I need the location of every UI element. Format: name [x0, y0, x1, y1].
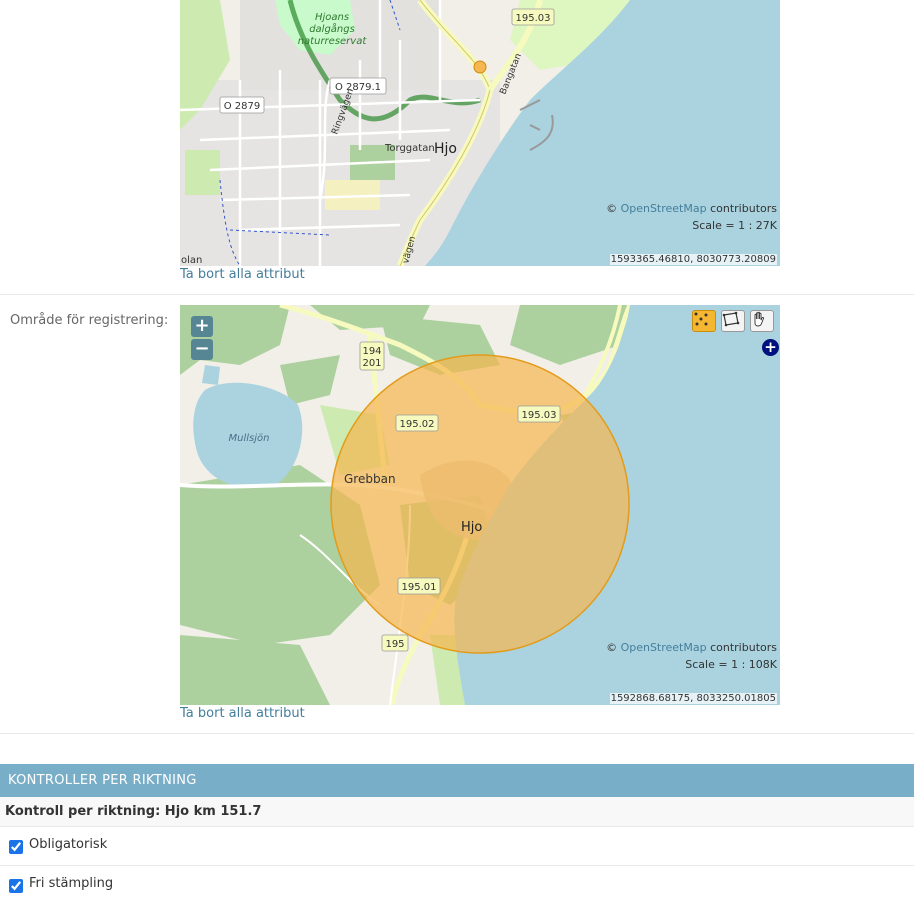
label-torggatan: Torggatan — [384, 143, 435, 154]
map-area-coordinates: 1592868.68175, 8033250.01805 — [609, 693, 777, 704]
osm-link[interactable]: OpenStreetMap — [621, 641, 707, 654]
expand-map-button[interactable]: + — [762, 339, 779, 356]
polygon-tool-icon — [722, 311, 740, 327]
label-road-o28791: O 2879.1 — [335, 82, 381, 93]
label-road-19502: 195.02 — [400, 419, 435, 430]
label-road-19501: 195.01 — [402, 582, 437, 593]
map-area-scale: Scale = 1 : 108K — [685, 658, 777, 671]
label-town-hjo: Hjo — [434, 141, 457, 157]
label-reserve-1: Hjoans — [315, 12, 349, 23]
svg-text:naturreservat: naturreservat — [298, 36, 368, 47]
label-road-o2879: O 2879 — [224, 101, 261, 112]
pan-tool-button[interactable] — [750, 310, 774, 332]
zoom-in-button[interactable]: + — [191, 316, 213, 337]
label-road-19503: 195.03 — [516, 13, 551, 24]
label-town-hjo: Hjo — [461, 520, 482, 535]
checkbox-row-fri-stampling: Fri stämpling — [0, 866, 914, 905]
map-top-coordinates: 1593365.46810, 8030773.20809 — [609, 254, 777, 265]
label-lake-mullsjon: Mullsjön — [229, 433, 270, 444]
pan-hand-icon — [754, 311, 765, 327]
map-top-scale: Scale = 1 : 27K — [692, 219, 777, 232]
map-area-attribution: © OpenStreetMap contributors Scale = 1 :… — [606, 641, 777, 671]
label-road-201: 201 — [362, 358, 381, 369]
label-place-edge: olan — [181, 255, 202, 266]
divider — [0, 294, 914, 295]
obligatorisk-label[interactable]: Obligatorisk — [29, 837, 107, 852]
obligatorisk-checkbox[interactable] — [9, 840, 23, 854]
remove-all-attributes-link-2[interactable]: Ta bort alla attribut — [180, 706, 305, 721]
point-tool-icon — [694, 312, 708, 326]
zoom-out-button[interactable]: − — [191, 339, 213, 360]
section-header: KONTROLLER PER RIKTNING — [0, 764, 914, 797]
label-road-19503: 195.03 — [522, 410, 557, 421]
fri-stampling-checkbox[interactable] — [9, 879, 23, 893]
registration-area-circle[interactable] — [330, 354, 630, 654]
osm-link[interactable]: OpenStreetMap — [621, 202, 707, 215]
map-area[interactable]: 194 201 195.02 195.03 195.01 195 Mullsjö… — [180, 305, 780, 705]
polygon-tool-button[interactable] — [721, 310, 745, 332]
remove-all-attributes-link-1[interactable]: Ta bort alla attribut — [180, 267, 305, 282]
point-tool-button[interactable] — [692, 310, 716, 332]
svg-text:dalgångs: dalgångs — [309, 22, 355, 35]
label-road-195: 195 — [385, 639, 404, 650]
label-place-grebban: Grebban — [344, 472, 396, 486]
checkbox-row-obligatorisk: Obligatorisk — [0, 827, 914, 866]
divider — [0, 733, 914, 734]
map-top-attribution: © OpenStreetMap contributors Scale = 1 :… — [606, 202, 777, 232]
label-road-194: 194 — [362, 346, 381, 357]
area-field-label: Område för registrering: — [10, 313, 169, 328]
section-subtitle: Kontroll per riktning: Hjo km 151.7 — [0, 797, 914, 827]
map-top[interactable]: Hjoans dalgångs naturreservat 195.03 O 2… — [180, 0, 780, 266]
fri-stampling-label[interactable]: Fri stämpling — [29, 876, 113, 891]
